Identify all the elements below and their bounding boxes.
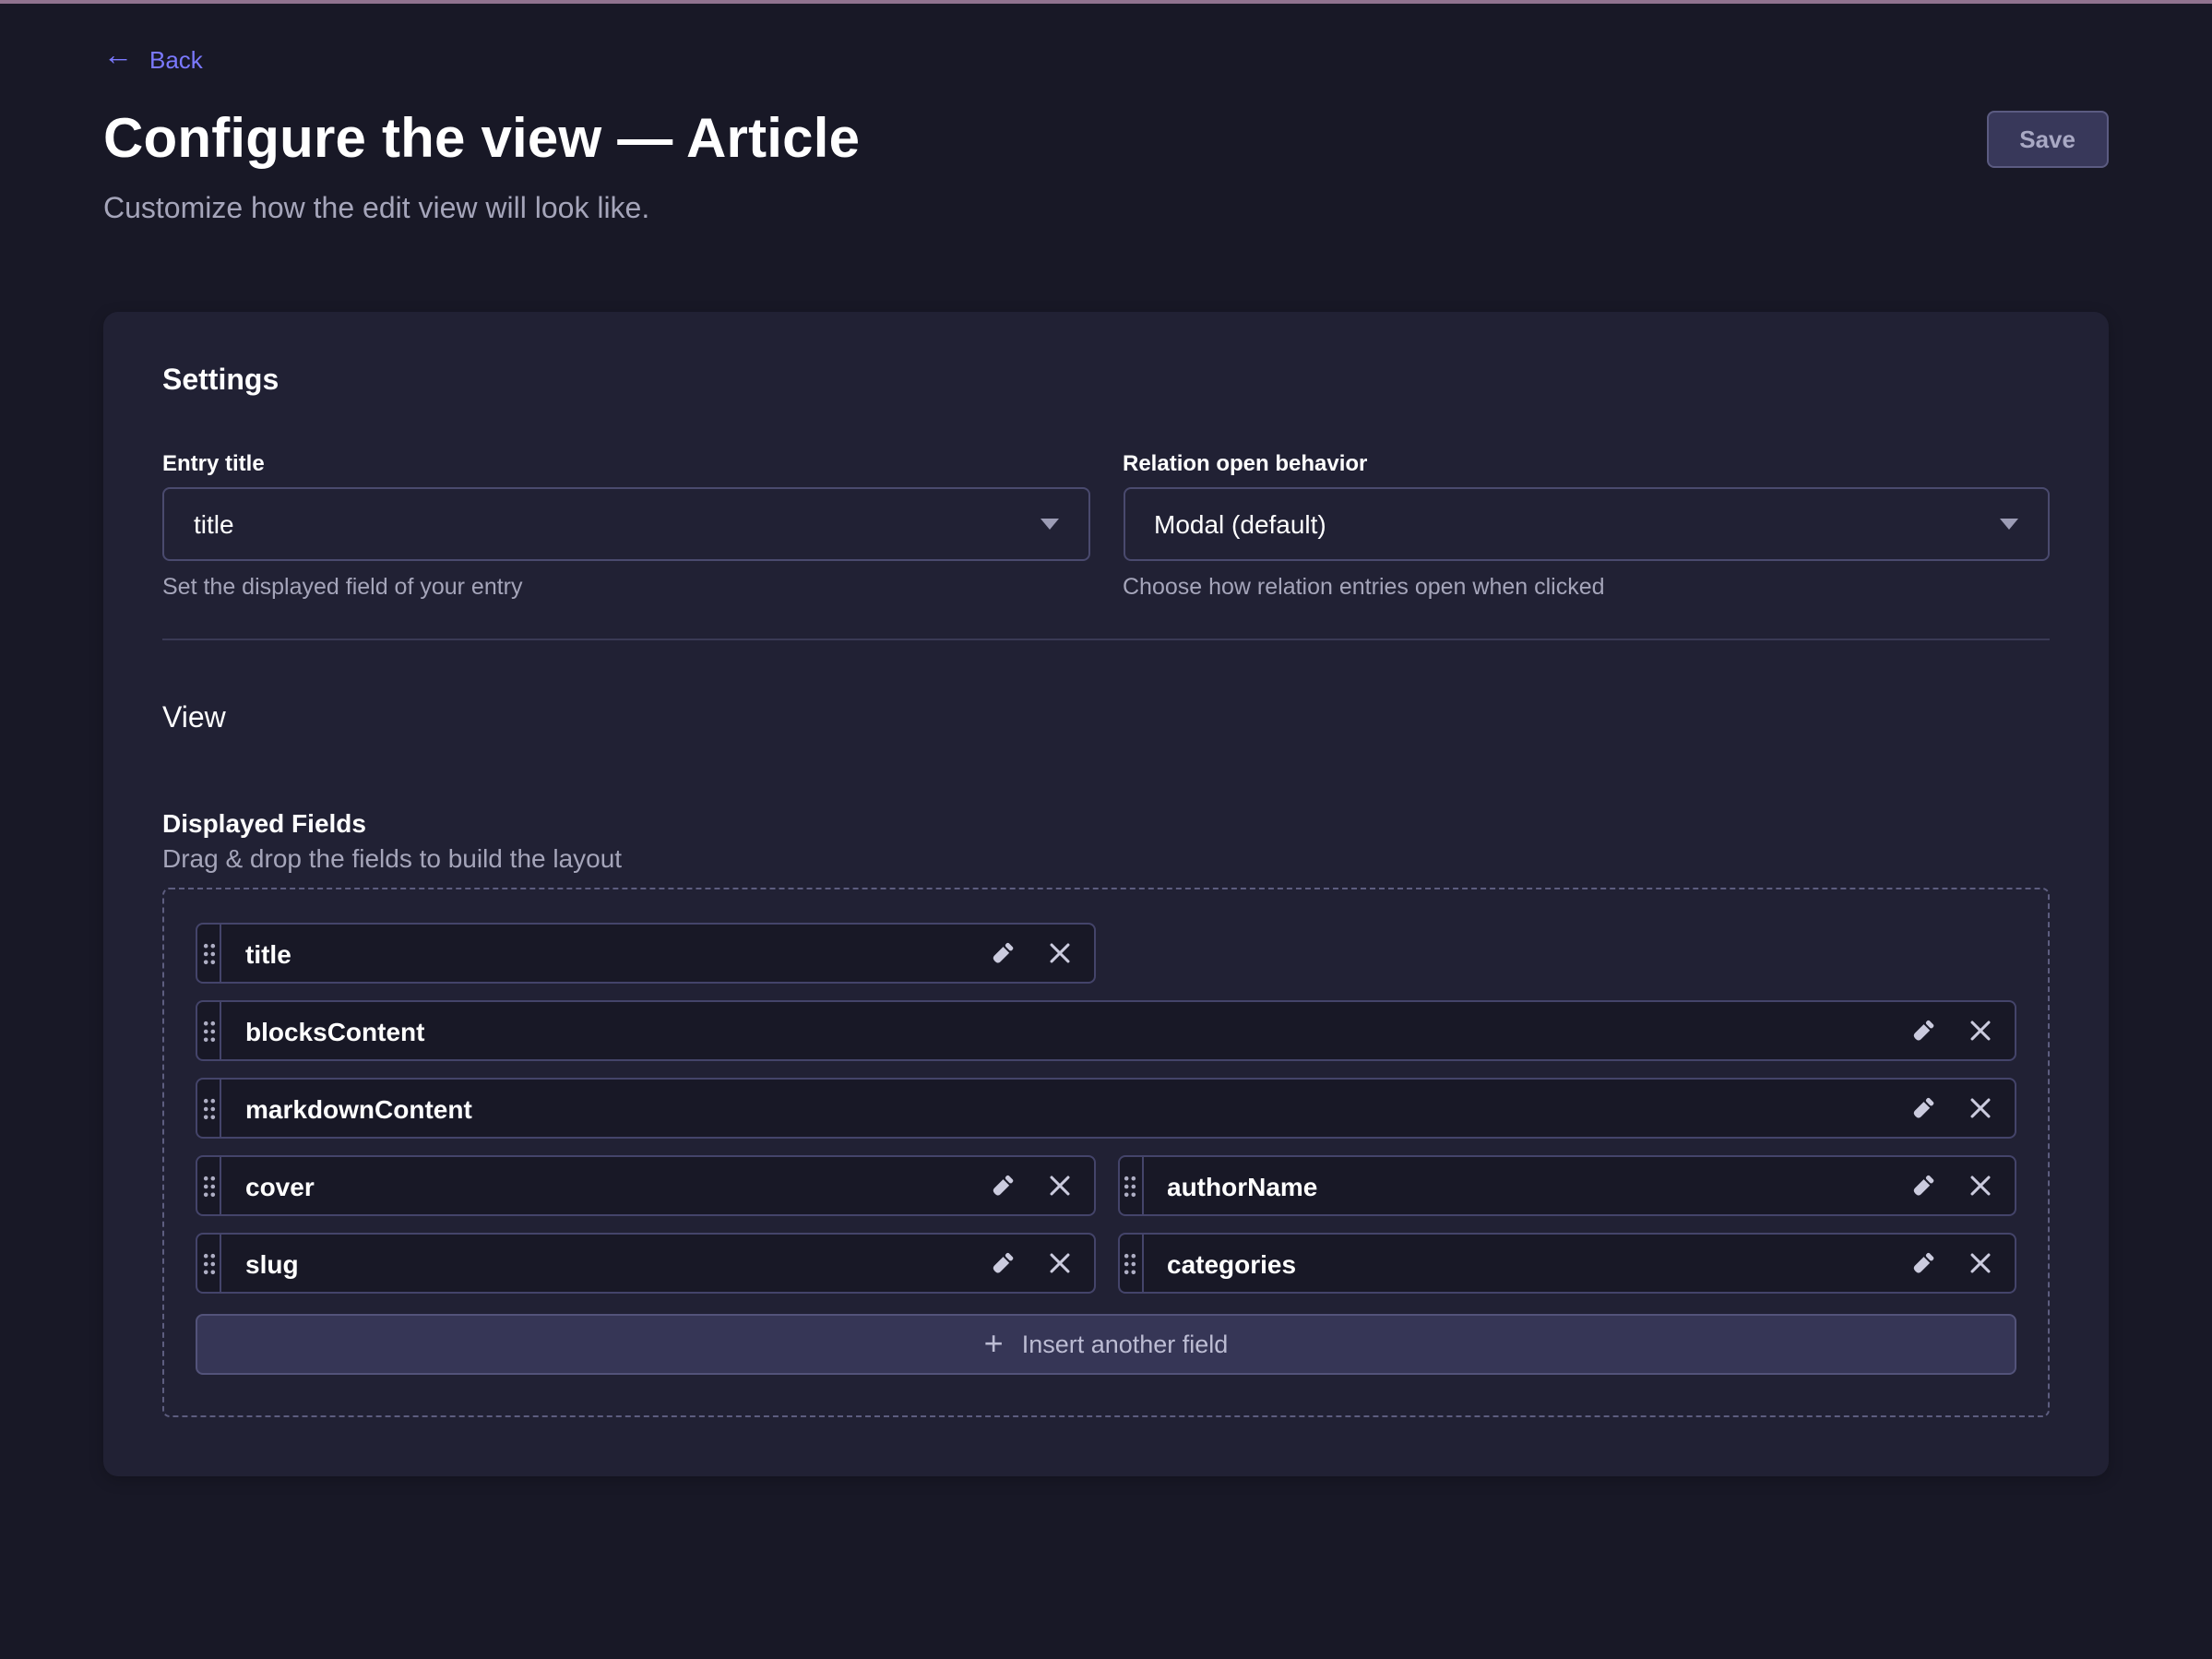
entry-title-select[interactable]: title bbox=[162, 487, 1089, 561]
drag-dots-icon bbox=[202, 1020, 215, 1042]
section-divider bbox=[162, 639, 2050, 640]
close-icon bbox=[1968, 1251, 1992, 1275]
field-name: cover bbox=[245, 1171, 988, 1200]
insert-field-button[interactable]: + Insert another field bbox=[196, 1314, 2016, 1375]
pencil-icon bbox=[1909, 1249, 1937, 1277]
entry-title-field: Entry title title Set the displayed fiel… bbox=[162, 448, 1089, 602]
drag-handle[interactable] bbox=[197, 925, 221, 982]
field-name: markdownContent bbox=[245, 1093, 1909, 1123]
remove-field-button[interactable] bbox=[1045, 1249, 1073, 1277]
edit-field-button[interactable] bbox=[1909, 1172, 1937, 1199]
pencil-icon bbox=[1909, 1172, 1937, 1199]
remove-field-button[interactable] bbox=[1045, 939, 1073, 967]
drag-handle[interactable] bbox=[197, 1157, 221, 1214]
settings-grid: Entry title title Set the displayed fiel… bbox=[162, 448, 2050, 602]
drag-dots-icon bbox=[1124, 1175, 1136, 1197]
drag-dots-icon bbox=[202, 1175, 215, 1197]
edit-field-button[interactable] bbox=[988, 939, 1016, 967]
configuration-card: Settings Entry title title Set the displ… bbox=[103, 312, 2109, 1476]
field-actions bbox=[988, 1157, 1093, 1214]
field-chip: slug bbox=[196, 1233, 1095, 1294]
relation-behavior-label: Relation open behavior bbox=[1123, 448, 2050, 478]
pencil-icon bbox=[1909, 1017, 1937, 1044]
remove-field-button[interactable] bbox=[1967, 1172, 1994, 1199]
entry-title-value: title bbox=[194, 509, 234, 539]
field-chip: authorName bbox=[1117, 1155, 2016, 1216]
plus-icon: + bbox=[984, 1326, 1004, 1359]
pencil-icon bbox=[1909, 1094, 1937, 1122]
field-actions bbox=[988, 925, 1093, 982]
page-subtitle: Customize how the edit view will look li… bbox=[103, 194, 2109, 227]
displayed-fields-subtitle: Drag & drop the fields to build the layo… bbox=[162, 841, 2050, 877]
close-icon bbox=[1047, 941, 1071, 965]
relation-behavior-hint: Choose how relation entries open when cl… bbox=[1123, 572, 2050, 602]
edit-field-button[interactable] bbox=[1909, 1094, 1937, 1122]
field-actions bbox=[1909, 1157, 2015, 1214]
edit-field-button[interactable] bbox=[988, 1249, 1016, 1277]
field-chip: categories bbox=[1117, 1233, 2016, 1294]
drag-handle[interactable] bbox=[197, 1002, 221, 1059]
remove-field-button[interactable] bbox=[1045, 1172, 1073, 1199]
remove-field-button[interactable] bbox=[1967, 1249, 1994, 1277]
field-chip: blocksContent bbox=[196, 1000, 2016, 1061]
field-name: blocksContent bbox=[245, 1016, 1909, 1045]
edit-field-button[interactable] bbox=[1909, 1249, 1937, 1277]
back-label: Back bbox=[149, 45, 203, 73]
edit-field-button[interactable] bbox=[1909, 1017, 1937, 1044]
close-icon bbox=[1968, 1096, 1992, 1120]
page-title: Configure the view — Article bbox=[103, 105, 860, 175]
settings-heading: Settings bbox=[162, 364, 2050, 400]
remove-field-button[interactable] bbox=[1967, 1017, 1994, 1044]
entry-title-hint: Set the displayed field of your entry bbox=[162, 572, 1089, 602]
close-icon bbox=[1047, 1174, 1071, 1198]
remove-field-button[interactable] bbox=[1967, 1094, 1994, 1122]
fields-grid: title blo bbox=[196, 923, 2016, 1294]
displayed-fields-title: Displayed Fields bbox=[162, 806, 2050, 840]
configure-view-page: ← Back Configure the view — Article Save… bbox=[0, 4, 2212, 1476]
drag-dots-icon bbox=[202, 942, 215, 964]
drag-handle[interactable] bbox=[197, 1080, 221, 1137]
chevron-down-icon bbox=[2000, 519, 2018, 530]
field-actions bbox=[1909, 1080, 2015, 1137]
relation-behavior-value: Modal (default) bbox=[1154, 509, 1326, 539]
field-name: title bbox=[245, 938, 988, 968]
save-button[interactable]: Save bbox=[1986, 111, 2109, 168]
field-chip: title bbox=[196, 923, 1095, 984]
pencil-icon bbox=[988, 939, 1016, 967]
drag-dots-icon bbox=[1124, 1252, 1136, 1274]
view-heading: View bbox=[162, 701, 2050, 738]
relation-behavior-field: Relation open behavior Modal (default) C… bbox=[1123, 448, 2050, 602]
drag-handle[interactable] bbox=[1119, 1157, 1143, 1214]
field-name: slug bbox=[245, 1248, 988, 1278]
field-chip: markdownContent bbox=[196, 1078, 2016, 1139]
field-name: authorName bbox=[1167, 1171, 1909, 1200]
field-name: categories bbox=[1167, 1248, 1909, 1278]
drag-dots-icon bbox=[202, 1097, 215, 1119]
field-dropzone: title blo bbox=[162, 888, 2050, 1417]
insert-field-label: Insert another field bbox=[1022, 1331, 1229, 1358]
drag-handle[interactable] bbox=[197, 1235, 221, 1292]
page-header: Configure the view — Article Save bbox=[103, 105, 2109, 175]
field-actions bbox=[1909, 1002, 2015, 1059]
relation-behavior-select[interactable]: Modal (default) bbox=[1123, 487, 2050, 561]
field-chip: cover bbox=[196, 1155, 1095, 1216]
close-icon bbox=[1968, 1174, 1992, 1198]
chevron-down-icon bbox=[1040, 519, 1058, 530]
close-icon bbox=[1047, 1251, 1071, 1275]
field-actions bbox=[1909, 1235, 2015, 1292]
field-actions bbox=[988, 1235, 1093, 1292]
edit-field-button[interactable] bbox=[988, 1172, 1016, 1199]
back-arrow-icon: ← bbox=[103, 42, 133, 72]
close-icon bbox=[1968, 1019, 1992, 1043]
app-window: ← Back Configure the view — Article Save… bbox=[0, 0, 2212, 1659]
pencil-icon bbox=[988, 1249, 1016, 1277]
pencil-icon bbox=[988, 1172, 1016, 1199]
drag-handle[interactable] bbox=[1119, 1235, 1143, 1292]
drag-dots-icon bbox=[202, 1252, 215, 1274]
back-link[interactable]: ← Back bbox=[103, 44, 203, 74]
entry-title-label: Entry title bbox=[162, 448, 1089, 478]
